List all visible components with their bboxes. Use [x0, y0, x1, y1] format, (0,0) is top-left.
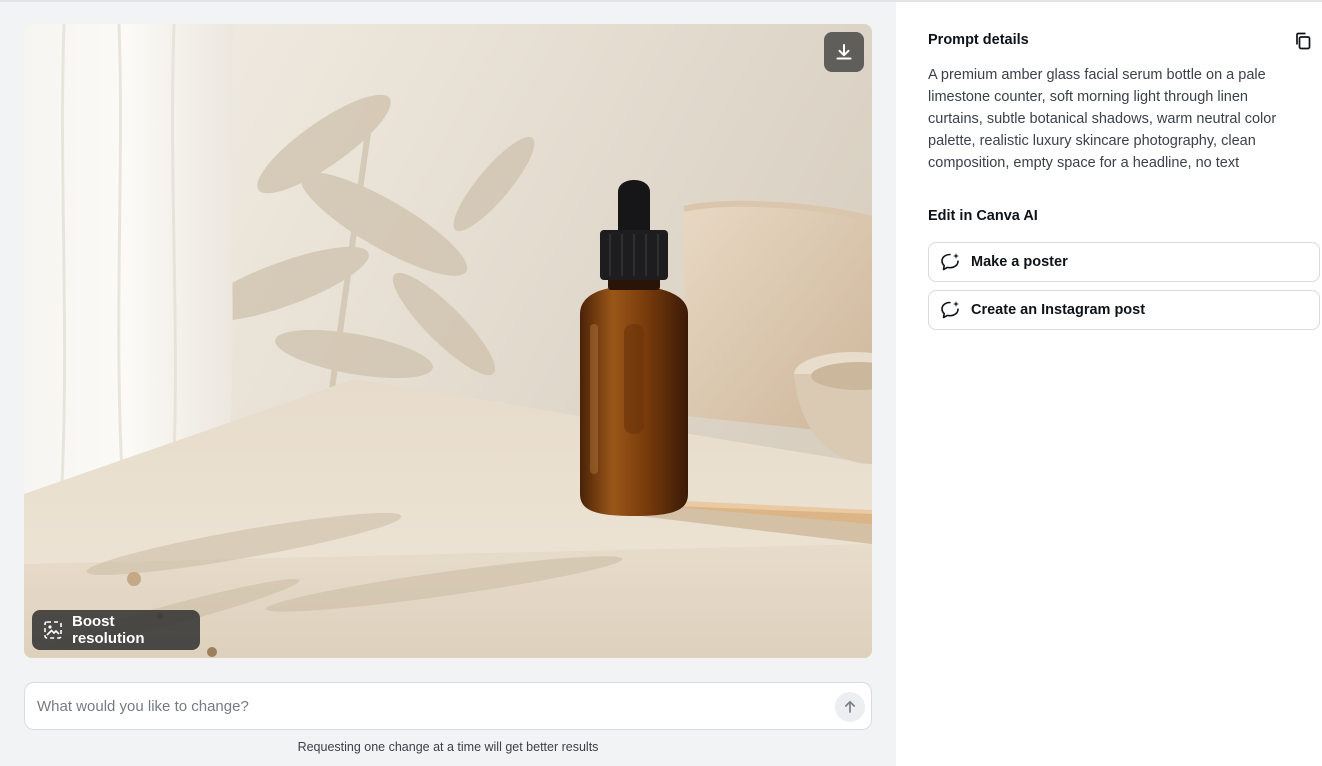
- boost-resolution-label: Boost resolution: [72, 613, 145, 647]
- create-instagram-post-label: Create an Instagram post: [971, 302, 1146, 318]
- boost-resolution-button[interactable]: Boost resolution: [32, 610, 200, 650]
- edit-in-canva-ai-title: Edit in Canva AI: [928, 208, 1038, 224]
- chat-sparkle-icon: [939, 299, 961, 321]
- make-poster-label: Make a poster: [971, 254, 1068, 270]
- prompt-details-title: Prompt details: [928, 32, 1029, 48]
- generated-image[interactable]: Boost resolution: [24, 24, 872, 658]
- generated-image-scene: [24, 24, 872, 658]
- change-request-box: [24, 682, 872, 730]
- arrow-up-icon: [844, 700, 856, 713]
- change-request-input[interactable]: [37, 683, 827, 729]
- send-button[interactable]: [835, 692, 865, 722]
- copy-prompt-button[interactable]: [1292, 30, 1314, 52]
- prompt-text: A premium amber glass facial serum bottl…: [928, 67, 1277, 171]
- create-instagram-post-button[interactable]: Create an Instagram post: [928, 290, 1320, 330]
- download-button[interactable]: [824, 32, 864, 72]
- chat-sparkle-icon: [939, 251, 961, 273]
- preview-pane: Boost resolution Requesting one change a…: [0, 2, 896, 766]
- copy-icon: [1296, 32, 1311, 50]
- change-hint-text: Requesting one change at a time will get…: [297, 740, 599, 754]
- make-poster-button[interactable]: Make a poster: [928, 242, 1320, 282]
- download-icon: [836, 44, 852, 60]
- boost-resolution-icon: [42, 619, 64, 641]
- app-window: Boost resolution Requesting one change a…: [0, 0, 1322, 766]
- details-panel: Prompt details A premium amber glass fac…: [896, 2, 1322, 766]
